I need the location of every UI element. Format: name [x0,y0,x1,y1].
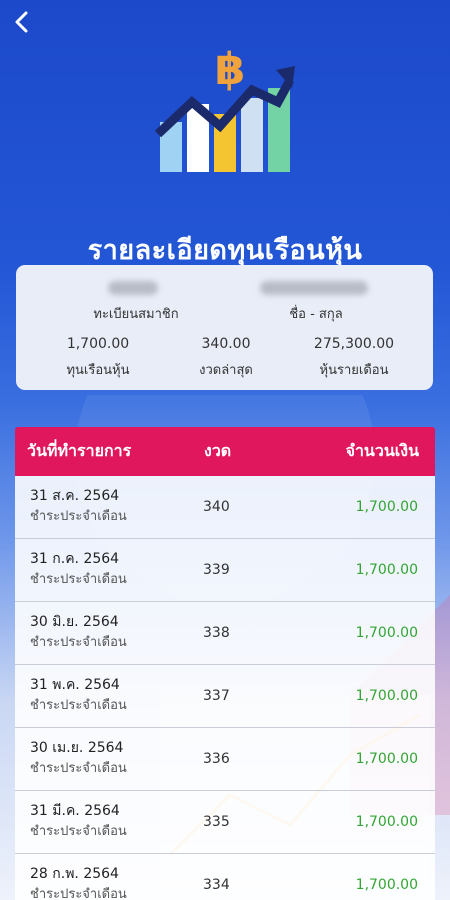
row-date: 31 มี.ค. 2564 [30,803,120,819]
row-amount: 1,700.00 [355,499,418,515]
row-description: ชำระประจำเดือน [30,698,127,713]
row-amount: 1,700.00 [355,562,418,578]
header-period: งวด [204,441,232,460]
member-info-card: ทะเบียนสมาชิก ชื่อ - สกุล 1,700.00 ทุนเร… [16,265,433,390]
table-body[interactable]: 31 ส.ค. 2564 ชำระประจำเดือน 340 1,700.00… [15,476,435,900]
table-row: 28 ก.พ. 2564 ชำระประจำเดือน 334 1,700.00 [15,854,435,900]
bitcoin-growth-chart-icon: ฿ [154,44,295,172]
latest-period-label: งวดล่าสุด [199,363,253,378]
share-capital-label: ทุนเรือนหุ้น [66,363,130,378]
member-id-redacted [108,281,158,295]
row-date: 31 ก.ค. 2564 [30,551,120,567]
row-date: 31 ส.ค. 2564 [30,488,120,504]
row-amount: 1,700.00 [355,751,418,767]
row-amount: 1,700.00 [355,814,418,830]
member-name-label: ชื่อ - สกุล [289,307,343,322]
share-capital-value: 1,700.00 [66,336,130,352]
member-name-redacted [260,281,368,295]
row-date: 30 มิ.ย. 2564 [30,614,119,630]
table-row: 31 ก.ค. 2564 ชำระประจำเดือน 339 1,700.00 [15,539,435,602]
row-period: 336 [203,751,230,767]
transactions-table: วันที่ทำรายการ งวด จำนวนเงิน 31 ส.ค. 256… [15,427,435,900]
header-amount: จำนวนเงิน [345,441,419,460]
row-amount: 1,700.00 [355,688,418,704]
row-amount: 1,700.00 [355,877,418,893]
row-period: 340 [203,499,230,515]
table-row: 30 เม.ย. 2564 ชำระประจำเดือน 336 1,700.0… [15,728,435,791]
table-header: วันที่ทำรายการ งวด จำนวนเงิน [15,427,435,476]
row-period: 335 [203,814,230,830]
row-date: 28 ก.พ. 2564 [30,866,119,882]
row-description: ชำระประจำเดือน [30,824,127,839]
table-row: 31 พ.ค. 2564 ชำระประจำเดือน 337 1,700.00 [15,665,435,728]
row-period: 339 [203,562,230,578]
row-date: 30 เม.ย. 2564 [30,740,124,756]
row-description: ชำระประจำเดือน [30,761,127,776]
row-description: ชำระประจำเดือน [30,572,127,587]
chevron-left-icon [15,11,28,33]
row-period: 338 [203,625,230,641]
row-description: ชำระประจำเดือน [30,887,127,900]
table-row: 30 มิ.ย. 2564 ชำระประจำเดือน 338 1,700.0… [15,602,435,665]
monthly-shares-label: หุ้นรายเดือน [319,363,389,378]
bitcoin-symbol: ฿ [215,44,246,95]
row-period: 337 [203,688,230,704]
row-amount: 1,700.00 [355,625,418,641]
row-date: 31 พ.ค. 2564 [30,677,120,693]
back-button[interactable] [6,6,38,38]
header-date: วันที่ทำรายการ [27,441,132,460]
table-row: 31 ส.ค. 2564 ชำระประจำเดือน 340 1,700.00 [15,476,435,539]
member-id-label: ทะเบียนสมาชิก [93,307,179,322]
row-description: ชำระประจำเดือน [30,509,127,524]
monthly-shares-value: 275,300.00 [313,336,395,352]
latest-period-value: 340.00 [201,336,251,352]
row-description: ชำระประจำเดือน [30,635,127,650]
table-row: 31 มี.ค. 2564 ชำระประจำเดือน 335 1,700.0… [15,791,435,854]
row-period: 334 [203,877,230,893]
